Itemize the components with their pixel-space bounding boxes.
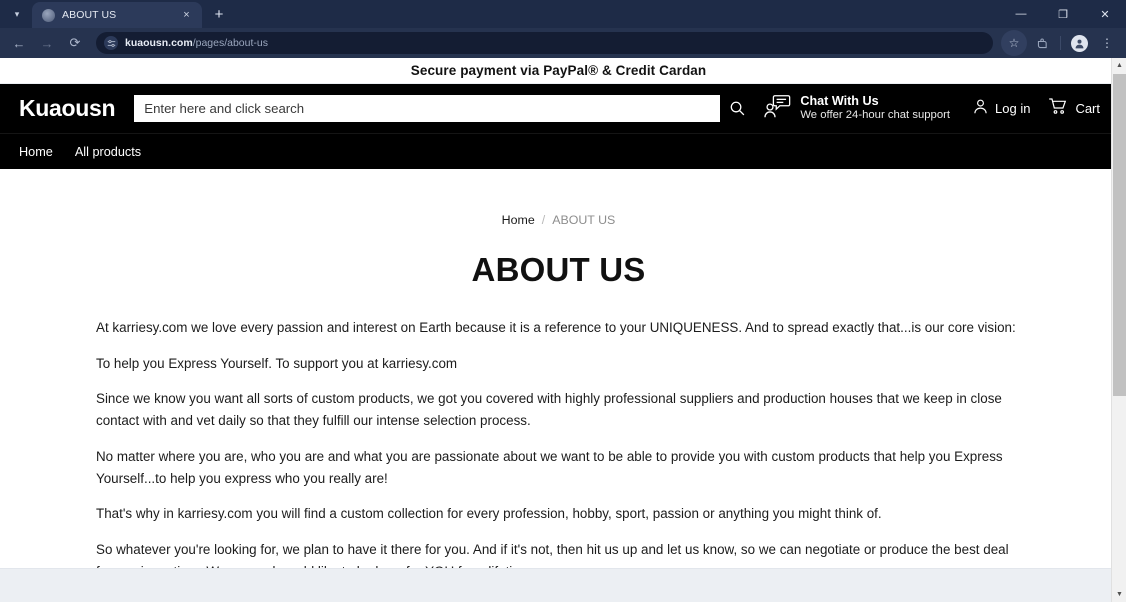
window-controls: — ❐ ✕ — [1000, 0, 1126, 28]
chat-title: Chat With Us — [800, 94, 879, 109]
nav-item-all-products[interactable]: All products — [75, 145, 141, 159]
chat-support-icon — [764, 94, 791, 124]
browser-tab[interactable]: ABOUT US × — [32, 2, 202, 28]
user-icon — [972, 98, 989, 120]
breadcrumb: Home / ABOUT US — [0, 213, 1117, 227]
site-header: Kuaousn Enter here and click search Chat… — [0, 84, 1117, 133]
cart-icon — [1048, 97, 1068, 120]
page-title: ABOUT US — [471, 251, 646, 288]
login-label: Log in — [995, 101, 1031, 116]
paragraph: Since we know you want all sorts of cust… — [96, 391, 1002, 429]
chat-support-text: Chat With Us We offer 24-hour chat suppo… — [800, 94, 950, 122]
paragraph: No matter where you are, who you are and… — [96, 448, 1003, 486]
maximize-button[interactable]: ❐ — [1042, 0, 1084, 28]
tab-search-icon[interactable]: ▾ — [4, 1, 30, 27]
search-input[interactable] — [134, 95, 721, 122]
cart-link[interactable]: Cart — [1048, 97, 1100, 120]
url-text: kuaousn.com/pages/about-us — [125, 37, 268, 49]
page-scrollbar[interactable]: ▲ ▼ — [1111, 58, 1126, 602]
browser-toolbar: ← → ⟳ kuaousn.com/pages/about-us ☆ ⋮ — [0, 28, 1126, 58]
minimize-button[interactable]: — — [1000, 0, 1042, 28]
breadcrumb-current: ABOUT US — [552, 213, 616, 227]
breadcrumb-separator: / — [541, 213, 546, 227]
article-body: At karriesy.com we love every passion an… — [0, 289, 1117, 602]
cart-label: Cart — [1075, 101, 1100, 116]
toolbar-actions: ☆ ⋮ — [1001, 30, 1120, 56]
browser-menu-icon[interactable]: ⋮ — [1094, 30, 1120, 56]
login-link[interactable]: Log in — [972, 98, 1030, 120]
url-domain: kuaousn.com — [125, 37, 193, 49]
site-logo[interactable]: Kuaousn — [19, 95, 116, 122]
browser-window: ▾ ABOUT US × + — ❐ ✕ ← → ⟳ kuaousn.com/p… — [0, 0, 1126, 602]
close-icon[interactable]: × — [179, 8, 194, 23]
address-bar[interactable]: kuaousn.com/pages/about-us — [96, 32, 993, 54]
forward-icon[interactable]: → — [34, 30, 60, 56]
extensions-icon[interactable] — [1029, 30, 1055, 56]
toolbar-divider — [1060, 36, 1061, 50]
scroll-down-icon[interactable]: ▼ — [1112, 587, 1126, 602]
search-form — [134, 93, 755, 124]
nav-item-home[interactable]: Home — [19, 145, 53, 159]
scroll-up-icon[interactable]: ▲ — [1112, 58, 1126, 73]
main-navigation: Home All products — [0, 133, 1117, 169]
back-icon[interactable]: ← — [6, 30, 32, 56]
paragraph: That's why in karriesy.com you will find… — [96, 506, 882, 522]
announcement-bar: Secure payment via PayPal® & Credit Card… — [0, 58, 1117, 84]
reload-icon[interactable]: ⟳ — [62, 30, 88, 56]
web-page: Secure payment via PayPal® & Credit Card… — [0, 58, 1117, 602]
page-content: Home / ABOUT US ABOUT US At karriesy.com… — [0, 169, 1117, 602]
tab-strip: ▾ ABOUT US × + — ❐ ✕ — [0, 0, 1126, 28]
url-path: /pages/about-us — [192, 37, 268, 49]
search-button[interactable] — [720, 93, 755, 124]
close-window-button[interactable]: ✕ — [1084, 0, 1126, 28]
paragraph: At karriesy.com we love every passion an… — [96, 320, 1016, 335]
chat-support-link[interactable]: Chat With Us We offer 24-hour chat suppo… — [764, 94, 950, 124]
globe-icon — [42, 8, 55, 22]
bookmark-star-icon[interactable]: ☆ — [1001, 30, 1027, 56]
new-tab-button[interactable]: + — [206, 1, 232, 27]
page-viewport: Secure payment via PayPal® & Credit Card… — [0, 58, 1126, 602]
paragraph: To help you Express Yourself. To support… — [96, 355, 458, 371]
tab-title: ABOUT US — [62, 9, 117, 21]
chat-subtitle: We offer 24-hour chat support — [800, 109, 951, 122]
scrollbar-thumb[interactable] — [1113, 74, 1126, 396]
site-settings-icon[interactable] — [104, 36, 118, 50]
profile-icon[interactable] — [1066, 30, 1092, 56]
breadcrumb-home[interactable]: Home — [502, 213, 535, 227]
footer-band — [0, 568, 1117, 602]
